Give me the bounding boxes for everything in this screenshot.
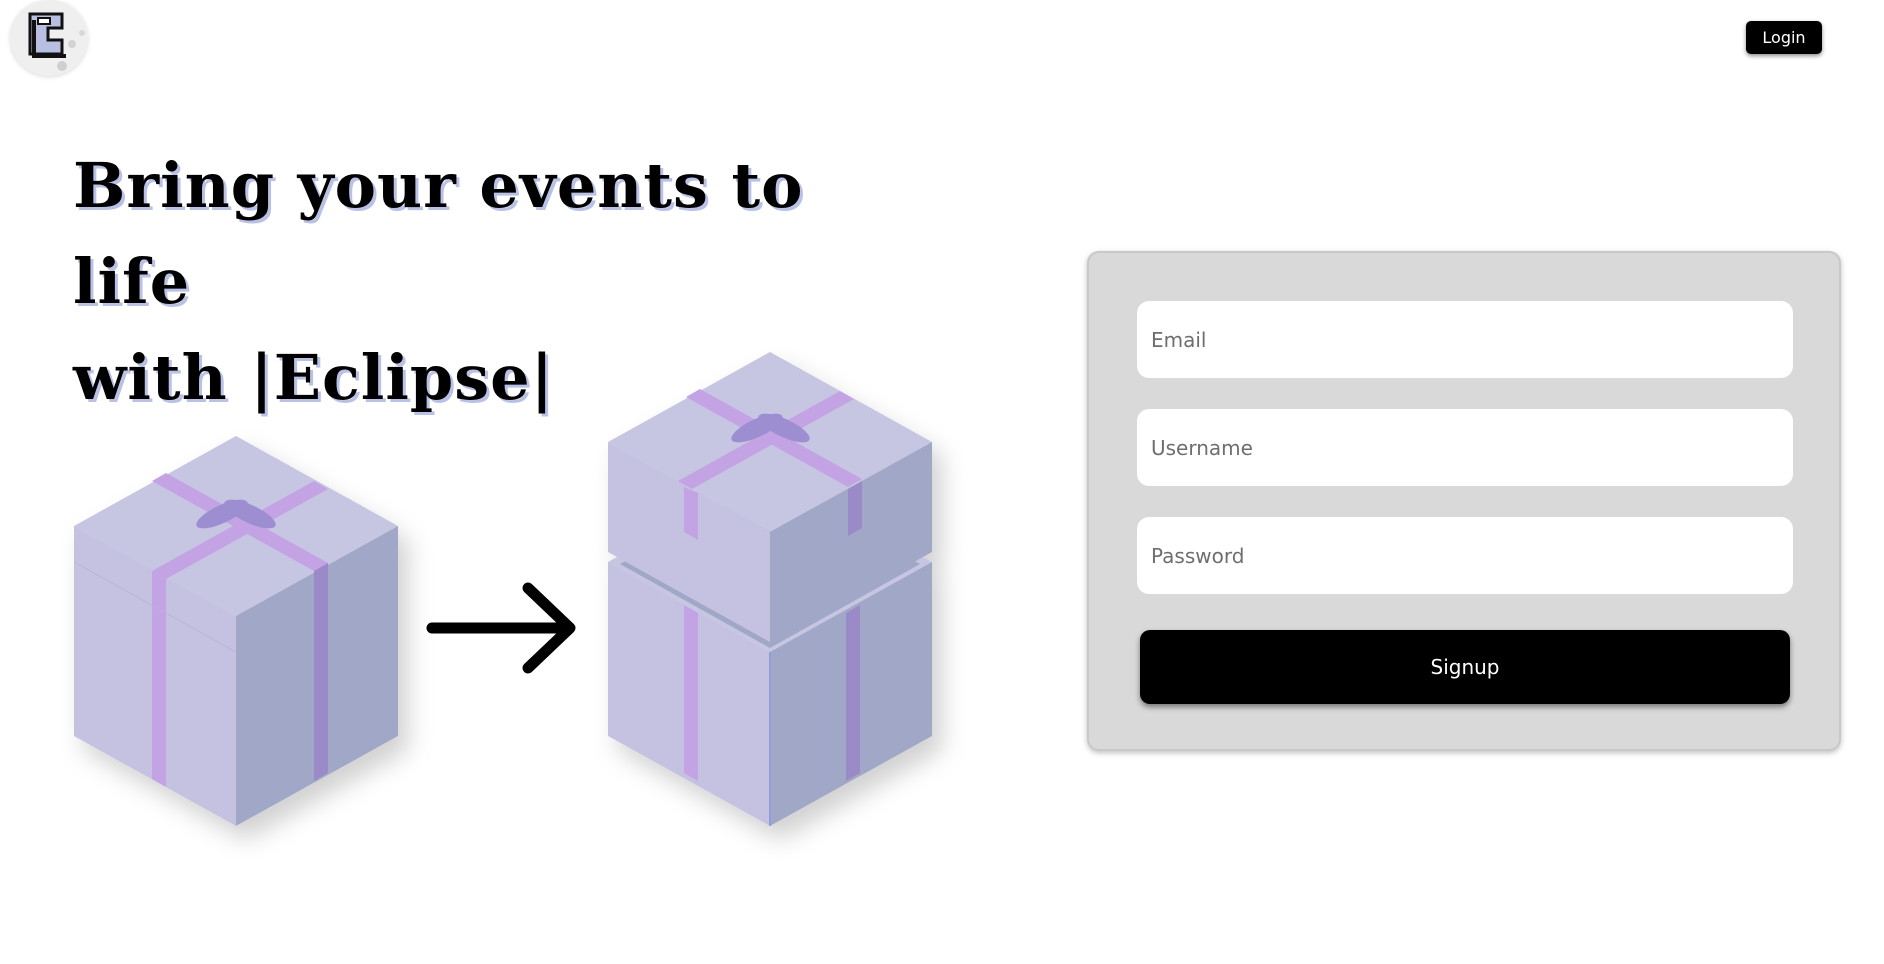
hero-title-line-1: Bring your events to life (73, 149, 804, 318)
eclipse-logo-icon (28, 12, 85, 71)
closed-gift-box (73, 436, 398, 826)
login-button[interactable]: Login (1746, 21, 1822, 54)
email-field[interactable] (1137, 301, 1793, 378)
signup-form: Signup (1087, 251, 1841, 751)
signup-button[interactable]: Signup (1140, 630, 1790, 704)
gift-boxes-illustration (73, 352, 932, 826)
open-gift-box (608, 352, 932, 826)
username-field[interactable] (1137, 409, 1793, 486)
arrow-right-icon (426, 582, 576, 674)
password-field[interactable] (1137, 517, 1793, 594)
app-logo[interactable] (10, 0, 88, 76)
